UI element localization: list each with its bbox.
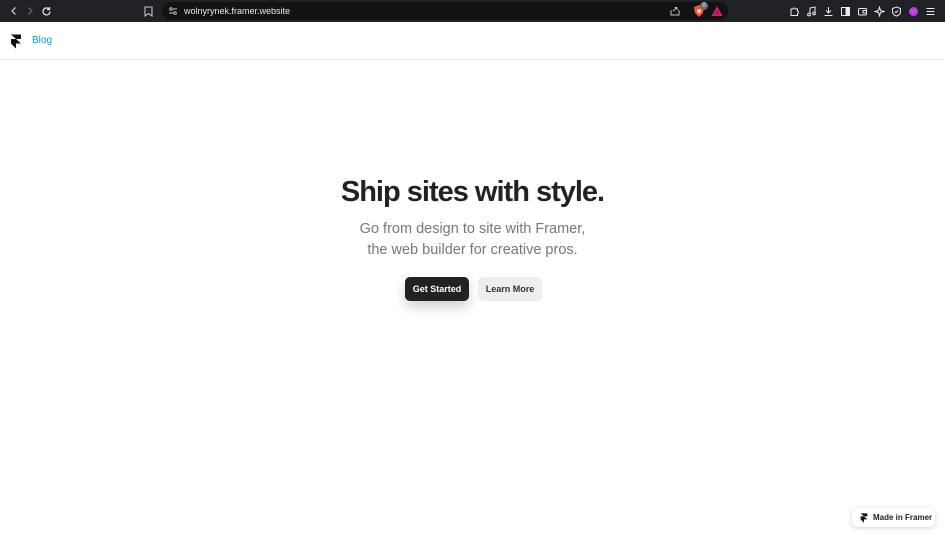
back-icon[interactable] — [6, 3, 22, 19]
forward-icon[interactable] — [22, 3, 38, 19]
url-text[interactable]: wolnyrynek.framer.website — [184, 4, 290, 18]
hero-subtitle-line1: Go from design to site with Framer, — [359, 221, 586, 237]
web-page: Blog Ship sites with style. Go from desi… — [0, 22, 945, 534]
hero-subtitle: Go from design to site with Framer, the … — [0, 219, 945, 261]
site-header: Blog — [0, 22, 945, 60]
profile-icon[interactable] — [905, 3, 921, 19]
media-icon[interactable] — [803, 3, 819, 19]
made-in-framer-label: Made in Framer — [873, 513, 933, 522]
nav-blog-link[interactable]: Blog — [32, 35, 52, 46]
toolbar-icons — [786, 3, 938, 19]
learn-more-button[interactable]: Learn More — [478, 277, 542, 301]
made-in-framer-badge[interactable]: Made in Framer — [852, 508, 935, 527]
hero-subtitle-line2: the web builder for creative pros. — [367, 242, 578, 258]
hero-section: Ship sites with style. Go from design to… — [0, 172, 945, 261]
framer-badge-icon — [860, 512, 868, 523]
site-settings-icon[interactable] — [166, 4, 180, 18]
bookmark-icon[interactable] — [140, 3, 156, 19]
hero-title: Ship sites with style. — [340, 176, 605, 208]
wallet-icon[interactable] — [854, 3, 870, 19]
downloads-icon[interactable] — [820, 3, 836, 19]
leo-icon[interactable] — [871, 3, 887, 19]
framer-logo-icon[interactable] — [10, 34, 22, 49]
extensions-icon[interactable] — [786, 3, 802, 19]
share-icon[interactable] — [668, 4, 682, 18]
sidebar-icon[interactable] — [837, 3, 853, 19]
hero-actions: Get Started Learn More — [405, 277, 542, 301]
shields-count-badge: 0 — [700, 2, 708, 10]
menu-icon[interactable] — [922, 3, 938, 19]
vpn-icon[interactable] — [888, 3, 904, 19]
browser-toolbar: wolnyrynek.framer.website 0 — [0, 0, 945, 22]
reload-icon[interactable] — [38, 3, 54, 19]
brave-rewards-icon[interactable] — [710, 4, 724, 18]
address-bar[interactable]: wolnyrynek.framer.website 0 — [162, 2, 728, 20]
get-started-button[interactable]: Get Started — [405, 277, 469, 301]
